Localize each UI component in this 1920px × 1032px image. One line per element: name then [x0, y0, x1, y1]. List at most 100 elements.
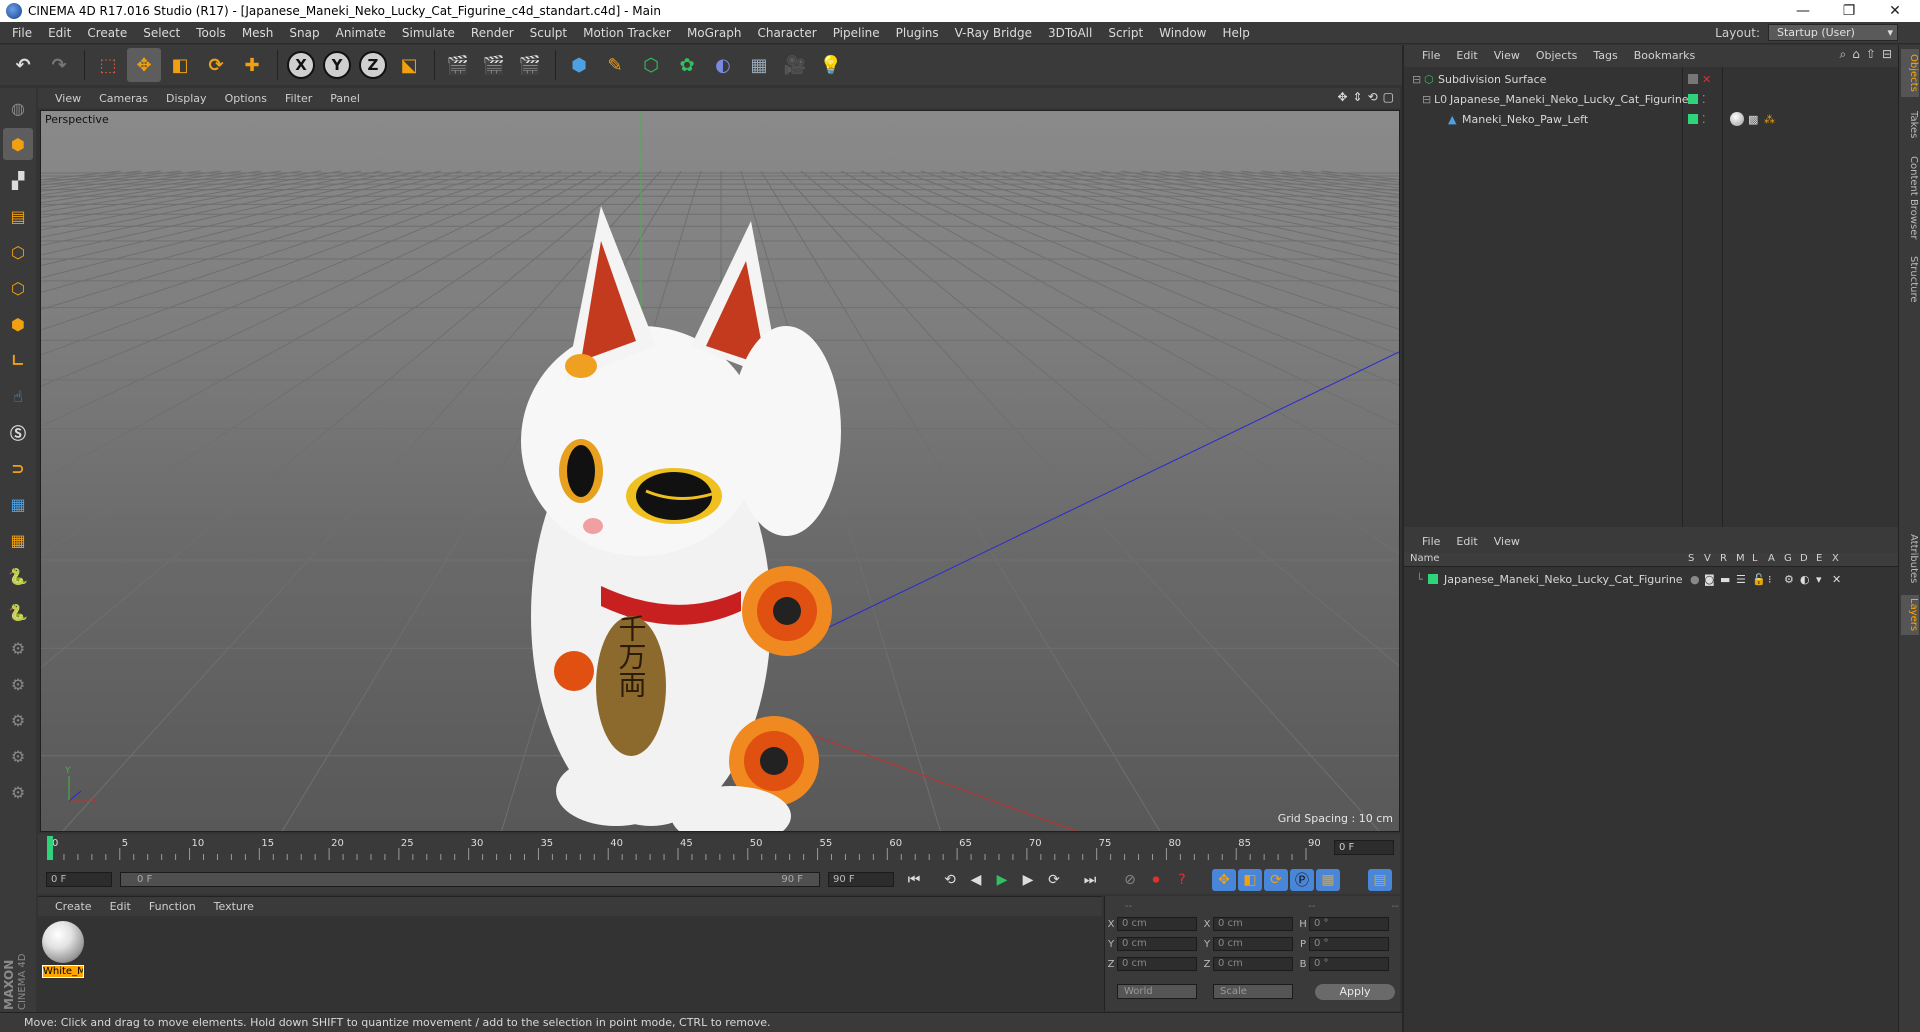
start-frame-field[interactable]: 0 F: [46, 872, 112, 887]
edges-mode-icon[interactable]: ⬡: [3, 272, 33, 304]
menu-character[interactable]: Character: [749, 26, 824, 40]
move-tool-icon[interactable]: ✥: [127, 48, 161, 82]
magnet-icon[interactable]: ⊃: [3, 452, 33, 484]
dolly-icon[interactable]: ⇕: [1353, 90, 1363, 104]
deformer-icon[interactable]: ◐: [706, 48, 740, 82]
script-icon[interactable]: ⚙: [3, 632, 33, 664]
coordinate-system-icon[interactable]: ⬕: [392, 48, 426, 82]
collapse-icon[interactable]: ⊟: [1422, 93, 1431, 106]
workplane-icon[interactable]: ▤: [3, 200, 33, 232]
minimize-button[interactable]: —: [1780, 0, 1826, 22]
tab-attributes[interactable]: Attributes: [1901, 529, 1919, 589]
scale-tool-icon[interactable]: ◧: [163, 48, 197, 82]
light-icon[interactable]: 💡: [814, 48, 848, 82]
goto-end-icon[interactable]: ⏭: [1078, 869, 1102, 891]
cube-primitive-icon[interactable]: ⬢: [562, 48, 596, 82]
layers-menu-edit[interactable]: Edit: [1448, 535, 1485, 548]
new-view-icon[interactable]: ⊟: [1882, 47, 1892, 62]
visibility-dots-icon[interactable]: ⁚: [1702, 93, 1706, 106]
objects-menu-view[interactable]: View: [1486, 49, 1528, 62]
planar-workplane-icon[interactable]: ▦: [3, 524, 33, 556]
material-menu-create[interactable]: Create: [46, 900, 101, 913]
animation-icon[interactable]: ⁝: [1768, 573, 1772, 586]
size-y-field[interactable]: 0 cm: [1213, 937, 1293, 951]
pen-spline-icon[interactable]: ✎: [598, 48, 632, 82]
material-menu-function[interactable]: Function: [140, 900, 205, 913]
subdivision-surface-icon[interactable]: ⬡: [634, 48, 668, 82]
play-icon[interactable]: ▶: [990, 869, 1014, 891]
visibility-dots-icon[interactable]: ⁚: [1702, 113, 1706, 126]
enabled-toggle-icon[interactable]: ✕: [1702, 73, 1711, 86]
viewport-menu-panel[interactable]: Panel: [321, 92, 369, 105]
material-menu-texture[interactable]: Texture: [205, 900, 263, 913]
material-tag-icon[interactable]: [1730, 112, 1744, 126]
close-button[interactable]: ✕: [1872, 0, 1918, 22]
apply-button[interactable]: Apply: [1315, 984, 1395, 1000]
next-frame-icon[interactable]: ▶: [1016, 869, 1040, 891]
snap-icon[interactable]: Ⓢ: [3, 416, 33, 448]
layer-swatch[interactable]: [1688, 74, 1698, 84]
manager-icon[interactable]: ☰: [1736, 573, 1746, 586]
next-key-icon[interactable]: ⟳: [1042, 869, 1066, 891]
y-axis-lock-button[interactable]: Y: [320, 48, 354, 82]
viewport-menu-cameras[interactable]: Cameras: [90, 92, 157, 105]
viewport-menu-display[interactable]: Display: [157, 92, 216, 105]
tab-takes[interactable]: Takes: [1901, 105, 1919, 145]
z-axis-lock-button[interactable]: Z: [356, 48, 390, 82]
objects-menu-edit[interactable]: Edit: [1448, 49, 1485, 62]
deformer-icon[interactable]: ◐: [1800, 573, 1810, 586]
collapse-icon[interactable]: ⊟: [1412, 73, 1421, 86]
size-z-field[interactable]: 0 cm: [1213, 957, 1293, 971]
script-icon[interactable]: ⚙: [3, 740, 33, 772]
make-editable-icon[interactable]: ◍: [3, 92, 33, 124]
menu-animate[interactable]: Animate: [328, 26, 394, 40]
script-icon[interactable]: ⚙: [3, 776, 33, 808]
menu-vray-bridge[interactable]: V-Ray Bridge: [947, 26, 1040, 40]
layers-menu-view[interactable]: View: [1486, 535, 1528, 548]
key-parameter-icon[interactable]: Ⓟ: [1290, 869, 1314, 891]
layer-row[interactable]: └ Japanese_Maneki_Neko_Lucky_Cat_Figurin…: [1404, 569, 1900, 589]
home-icon[interactable]: ⌂: [1852, 47, 1860, 62]
layer-col-animation[interactable]: A: [1768, 553, 1775, 564]
viewport-menu-view[interactable]: View: [46, 92, 90, 105]
lock-workplane-icon[interactable]: ▦: [3, 488, 33, 520]
layer-col-solo[interactable]: S: [1688, 553, 1694, 564]
object-name[interactable]: Japanese_Maneki_Neko_Lucky_Cat_Figurine: [1450, 93, 1689, 106]
perspective-viewport[interactable]: 千万両 Y X Perspective Grid Spacing : 10 cm: [40, 110, 1400, 832]
menu-create[interactable]: Create: [79, 26, 135, 40]
script-icon[interactable]: ⚙: [3, 668, 33, 700]
layer-col-locked[interactable]: L: [1752, 553, 1758, 564]
search-icon[interactable]: ⌕: [1840, 47, 1847, 62]
rotation-p-field[interactable]: 0 °: [1309, 937, 1389, 951]
object-row[interactable]: ⊟ L0 Japanese_Maneki_Neko_Lucky_Cat_Figu…: [1404, 89, 1900, 109]
render-view-icon[interactable]: 🎬: [441, 48, 475, 82]
objects-menu-objects[interactable]: Objects: [1528, 49, 1586, 62]
solo-icon[interactable]: ●: [1690, 573, 1700, 586]
undo-icon[interactable]: ↶: [6, 48, 40, 82]
object-row[interactable]: ▲ Maneki_Neko_Paw_Left ⁚ ▩ ⁂: [1404, 109, 1900, 129]
keyframe-selection-icon[interactable]: ⊘: [1118, 869, 1142, 891]
layer-color-dot[interactable]: [1688, 114, 1698, 124]
up-arrow-icon[interactable]: ⇧: [1866, 47, 1876, 62]
layer-col-manager[interactable]: M: [1736, 553, 1745, 564]
position-y-field[interactable]: 0 cm: [1117, 937, 1197, 951]
tab-content-browser[interactable]: Content Browser: [1901, 153, 1919, 243]
layer-color-dot[interactable]: [1688, 94, 1698, 104]
timeline-ruler[interactable]: 0 5 10 15 20 25 30 35 40 45 50 55 60 65 70 75 80 85 90 0 F: [38, 834, 1400, 866]
pan-icon[interactable]: ✥: [1337, 90, 1347, 104]
polygons-mode-icon[interactable]: ⬢: [3, 308, 33, 340]
axis-mode-icon[interactable]: ∟: [3, 344, 33, 376]
end-frame-field[interactable]: 90 F: [828, 872, 894, 887]
menu-sculpt[interactable]: Sculpt: [522, 26, 575, 40]
menu-script[interactable]: Script: [1100, 26, 1151, 40]
maximize-button[interactable]: ❐: [1826, 0, 1872, 22]
viewport-menu-filter[interactable]: Filter: [276, 92, 321, 105]
autokey-icon[interactable]: ?: [1170, 869, 1194, 891]
menu-motion-tracker[interactable]: Motion Tracker: [575, 26, 679, 40]
tweak-mode-icon[interactable]: ☝: [3, 380, 33, 412]
size-mode-dropdown[interactable]: Scale: [1213, 984, 1293, 999]
points-mode-icon[interactable]: ⬡: [3, 236, 33, 268]
layer-col-deformers[interactable]: D: [1800, 553, 1808, 564]
selection-tag-icon[interactable]: ⁂: [1764, 113, 1775, 126]
model-mode-icon[interactable]: ⬢: [3, 128, 33, 160]
